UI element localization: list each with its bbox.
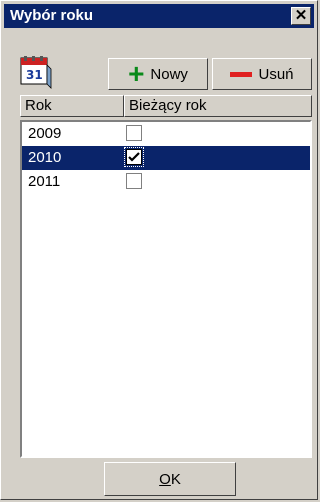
delete-button[interactable]: Usuń <box>212 58 312 90</box>
table-row[interactable]: 2009 <box>22 122 310 146</box>
minus-icon <box>230 71 253 77</box>
close-button[interactable]: ✕ <box>291 7 311 25</box>
delete-button-label: Usuń <box>258 65 294 83</box>
close-icon: ✕ <box>294 7 308 24</box>
calendar-icon[interactable]: 31 <box>20 55 52 89</box>
table-row[interactable]: 2010 <box>22 146 310 170</box>
new-button[interactable]: + Nowy <box>108 58 208 90</box>
column-header-year[interactable]: Rok <box>20 95 124 117</box>
current-year-checkbox[interactable] <box>126 173 142 189</box>
current-year-checkbox[interactable] <box>124 147 144 167</box>
column-header-current-year[interactable]: Bieżący rok <box>124 95 312 117</box>
current-year-checkbox[interactable] <box>126 125 142 141</box>
year-cell: 2009 <box>28 125 62 142</box>
svg-text:31: 31 <box>26 68 43 82</box>
checkmark-icon <box>128 152 140 162</box>
ok-button-label: OK <box>159 470 181 488</box>
window-title: Wybór roku <box>10 7 94 24</box>
year-cell: 2011 <box>28 173 61 190</box>
title-bar: Wybór roku ✕ <box>4 4 314 28</box>
table-row[interactable]: 2011 <box>22 170 310 194</box>
new-button-label: Nowy <box>150 65 188 83</box>
year-cell: 2010 <box>28 149 62 166</box>
ok-button[interactable]: OK <box>104 462 236 496</box>
year-list[interactable]: 2009 2010 2011 <box>20 120 312 458</box>
plus-icon: + <box>128 58 145 89</box>
